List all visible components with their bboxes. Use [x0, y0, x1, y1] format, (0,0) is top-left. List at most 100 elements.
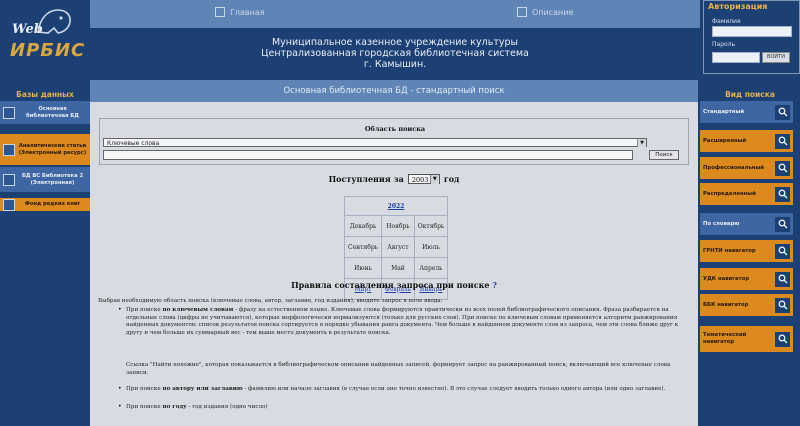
year-select[interactable]: 2003 ▼: [407, 174, 440, 184]
search-type-label: По словарю: [703, 220, 740, 227]
magnifier-icon: [775, 160, 790, 176]
bullet-icon: •: [118, 385, 122, 392]
magnifier-icon: [775, 133, 790, 149]
search-button[interactable]: Поиск: [649, 150, 679, 160]
database-item-label: БД ВС Библиотека 2 (Электронная): [21, 172, 84, 186]
description-icon: [517, 7, 527, 17]
chevron-down-icon: ▼: [429, 175, 439, 184]
database-item[interactable]: Основная библиотечная БД: [0, 101, 90, 125]
database-item[interactable]: БД ВС Библиотека 2 (Электронная): [0, 167, 90, 193]
nav-home-link[interactable]: Главная: [215, 7, 265, 17]
rule-keywords-pre: При поиске: [126, 307, 163, 313]
magnifier-icon: [775, 297, 790, 313]
search-type-item[interactable]: Распределенный: [700, 183, 793, 205]
search-type-item[interactable]: По словарю: [700, 213, 793, 235]
header-line-3: г. Камышин.: [363, 59, 427, 70]
search-type-label: Распределенный: [703, 190, 756, 197]
header-line-1: Муниципальное казенное учреждение культу…: [271, 37, 519, 48]
magnifier-icon: [775, 186, 790, 202]
nav-home-label: Главная: [230, 7, 265, 17]
search-type-title: Вид поиска: [725, 90, 775, 99]
top-nav-bar: Главная Описание: [90, 0, 700, 28]
search-type-label: УДК навигатор: [703, 275, 750, 282]
received-row: Поступления за 2003 ▼ год: [90, 174, 698, 184]
chevron-down-icon: ▼: [637, 139, 646, 147]
search-area-value: Ключевые слова: [107, 140, 160, 147]
rule-year-pre: При поиске: [126, 404, 163, 410]
help-link[interactable]: ?: [492, 280, 497, 290]
calendar-month: Май: [380, 257, 415, 279]
databases-title: Базы данных: [16, 90, 74, 99]
search-type-item[interactable]: Тематический навигатор: [700, 326, 793, 352]
search-area-label: Область поиска: [364, 125, 426, 133]
magnifier-icon: [775, 216, 790, 232]
auth-title: Авторизация: [708, 2, 768, 11]
search-area-select[interactable]: Ключевые слова ▼: [103, 138, 647, 147]
calendar-month: Сентябрь: [344, 236, 382, 258]
main-title: Основная библиотечная БД - стандартный п…: [90, 80, 698, 102]
search-type-item[interactable]: Стандартный: [700, 101, 793, 123]
logo[interactable]: Web ИРБИС: [0, 0, 90, 88]
magnifier-icon: [775, 243, 790, 259]
rule-keywords-bold: по ключевым словам: [162, 307, 234, 313]
rule-keywords: При поиске по ключевым словам - фразу на…: [126, 307, 686, 337]
search-type-item[interactable]: Профессиональный: [700, 157, 793, 179]
login-button[interactable]: ВОЙТИ: [762, 52, 790, 63]
rule-year-text: - год издания (одно число): [186, 404, 268, 410]
calendar-month: Октябрь: [413, 215, 449, 237]
search-type-label: Профессиональный: [703, 164, 764, 171]
surname-input[interactable]: [712, 26, 792, 37]
right-edge: [793, 80, 800, 426]
magnifier-icon: [775, 104, 790, 120]
rule-year: При поиске по году - год издания (одно ч…: [126, 404, 686, 412]
password-input[interactable]: [712, 52, 760, 63]
search-type-item[interactable]: ББК навигатор: [700, 294, 793, 316]
database-item-label: Аналитические статьи (Электронный ресурс…: [18, 142, 87, 156]
database-icon: [3, 173, 15, 186]
rule-author-pre: При поиске: [126, 386, 163, 392]
search-query-input[interactable]: [103, 150, 633, 160]
calendar-month: Ноябрь: [380, 215, 415, 237]
bullet-icon: •: [118, 403, 122, 410]
database-icon: [3, 106, 15, 119]
search-type-label: Тематический навигатор: [703, 332, 747, 345]
calendar-month: Апрель: [413, 257, 449, 279]
calendar-month: Декабрь: [344, 215, 382, 237]
logo-irbis-text: ИРБИС: [10, 40, 86, 61]
calendar-year-link[interactable]: 2022: [344, 196, 448, 216]
main-content: Область поиска Ключевые слова ▼ Поиск По…: [90, 102, 698, 426]
search-type-item[interactable]: Расширенный: [700, 130, 793, 152]
database-icon: [3, 143, 15, 156]
nav-description-link[interactable]: Описание: [517, 7, 573, 17]
database-item[interactable]: Фонд редких книг: [0, 198, 90, 212]
received-prefix: Поступления за: [328, 174, 404, 184]
calendar-month: Июль: [413, 236, 449, 258]
bullet-icon: •: [118, 306, 122, 313]
received-suffix: год: [443, 174, 460, 184]
calendar-month: Август: [380, 236, 415, 258]
magnifier-icon: [775, 271, 790, 287]
database-item-label: Основная библиотечная БД: [26, 105, 79, 119]
header-line-2: Централизованная городская библиотечная …: [261, 48, 529, 59]
password-label: Пароль: [712, 41, 736, 48]
home-icon: [215, 7, 225, 17]
search-type-item[interactable]: ГРНТИ навигатор: [700, 240, 793, 262]
page-header: Муниципальное казенное учреждение культу…: [90, 28, 700, 80]
search-type-item[interactable]: УДК навигатор: [700, 268, 793, 290]
rule-author: При поиске по автору или заглавию - фами…: [126, 386, 686, 394]
search-type-label: ББК навигатор: [703, 301, 749, 308]
rules-intro: Выбрав необходимую область поиска (ключе…: [98, 298, 443, 304]
nav-description-label: Описание: [532, 7, 574, 17]
rule-author-text: - фамилию или начало заглавия (в случае …: [242, 386, 666, 392]
rule-year-bold: по году: [162, 404, 187, 410]
search-type-label: Расширенный: [703, 137, 747, 144]
search-type-label: Стандартный: [703, 108, 745, 115]
surname-label: Фамилия: [712, 18, 741, 25]
rules-title-text: Правила составления запроса при поиске: [291, 280, 490, 290]
rule-note: Ссылка "Найти похожие", которая показыва…: [126, 362, 671, 376]
rule-author-bold: по автору или заглавию: [162, 386, 243, 392]
rules-title: Правила составления запроса при поиске ?: [90, 280, 698, 290]
database-item[interactable]: Аналитические статьи (Электронный ресурс…: [0, 134, 90, 166]
database-icon: [3, 198, 15, 211]
search-type-label: ГРНТИ навигатор: [703, 247, 756, 254]
